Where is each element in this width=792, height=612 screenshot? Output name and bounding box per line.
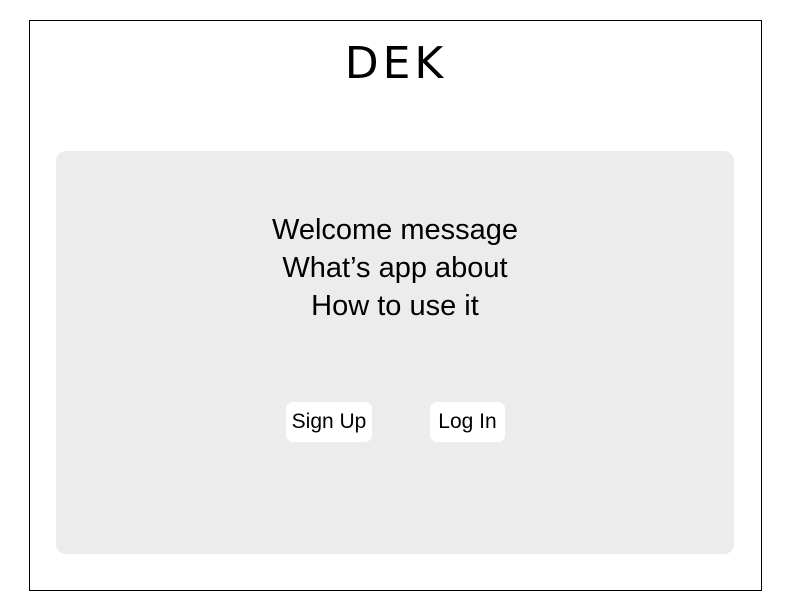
log-in-button[interactable]: Log In [430, 402, 505, 442]
welcome-text-block: Welcome message What’s app about How to … [56, 211, 734, 325]
sign-up-button[interactable]: Sign Up [286, 402, 372, 442]
welcome-message: Welcome message [271, 214, 519, 246]
app-description: What’s app about [282, 252, 508, 284]
welcome-panel: Welcome message What’s app about How to … [56, 151, 734, 554]
usage-instructions: How to use it [311, 290, 479, 322]
app-logo: DEK [344, 38, 448, 89]
